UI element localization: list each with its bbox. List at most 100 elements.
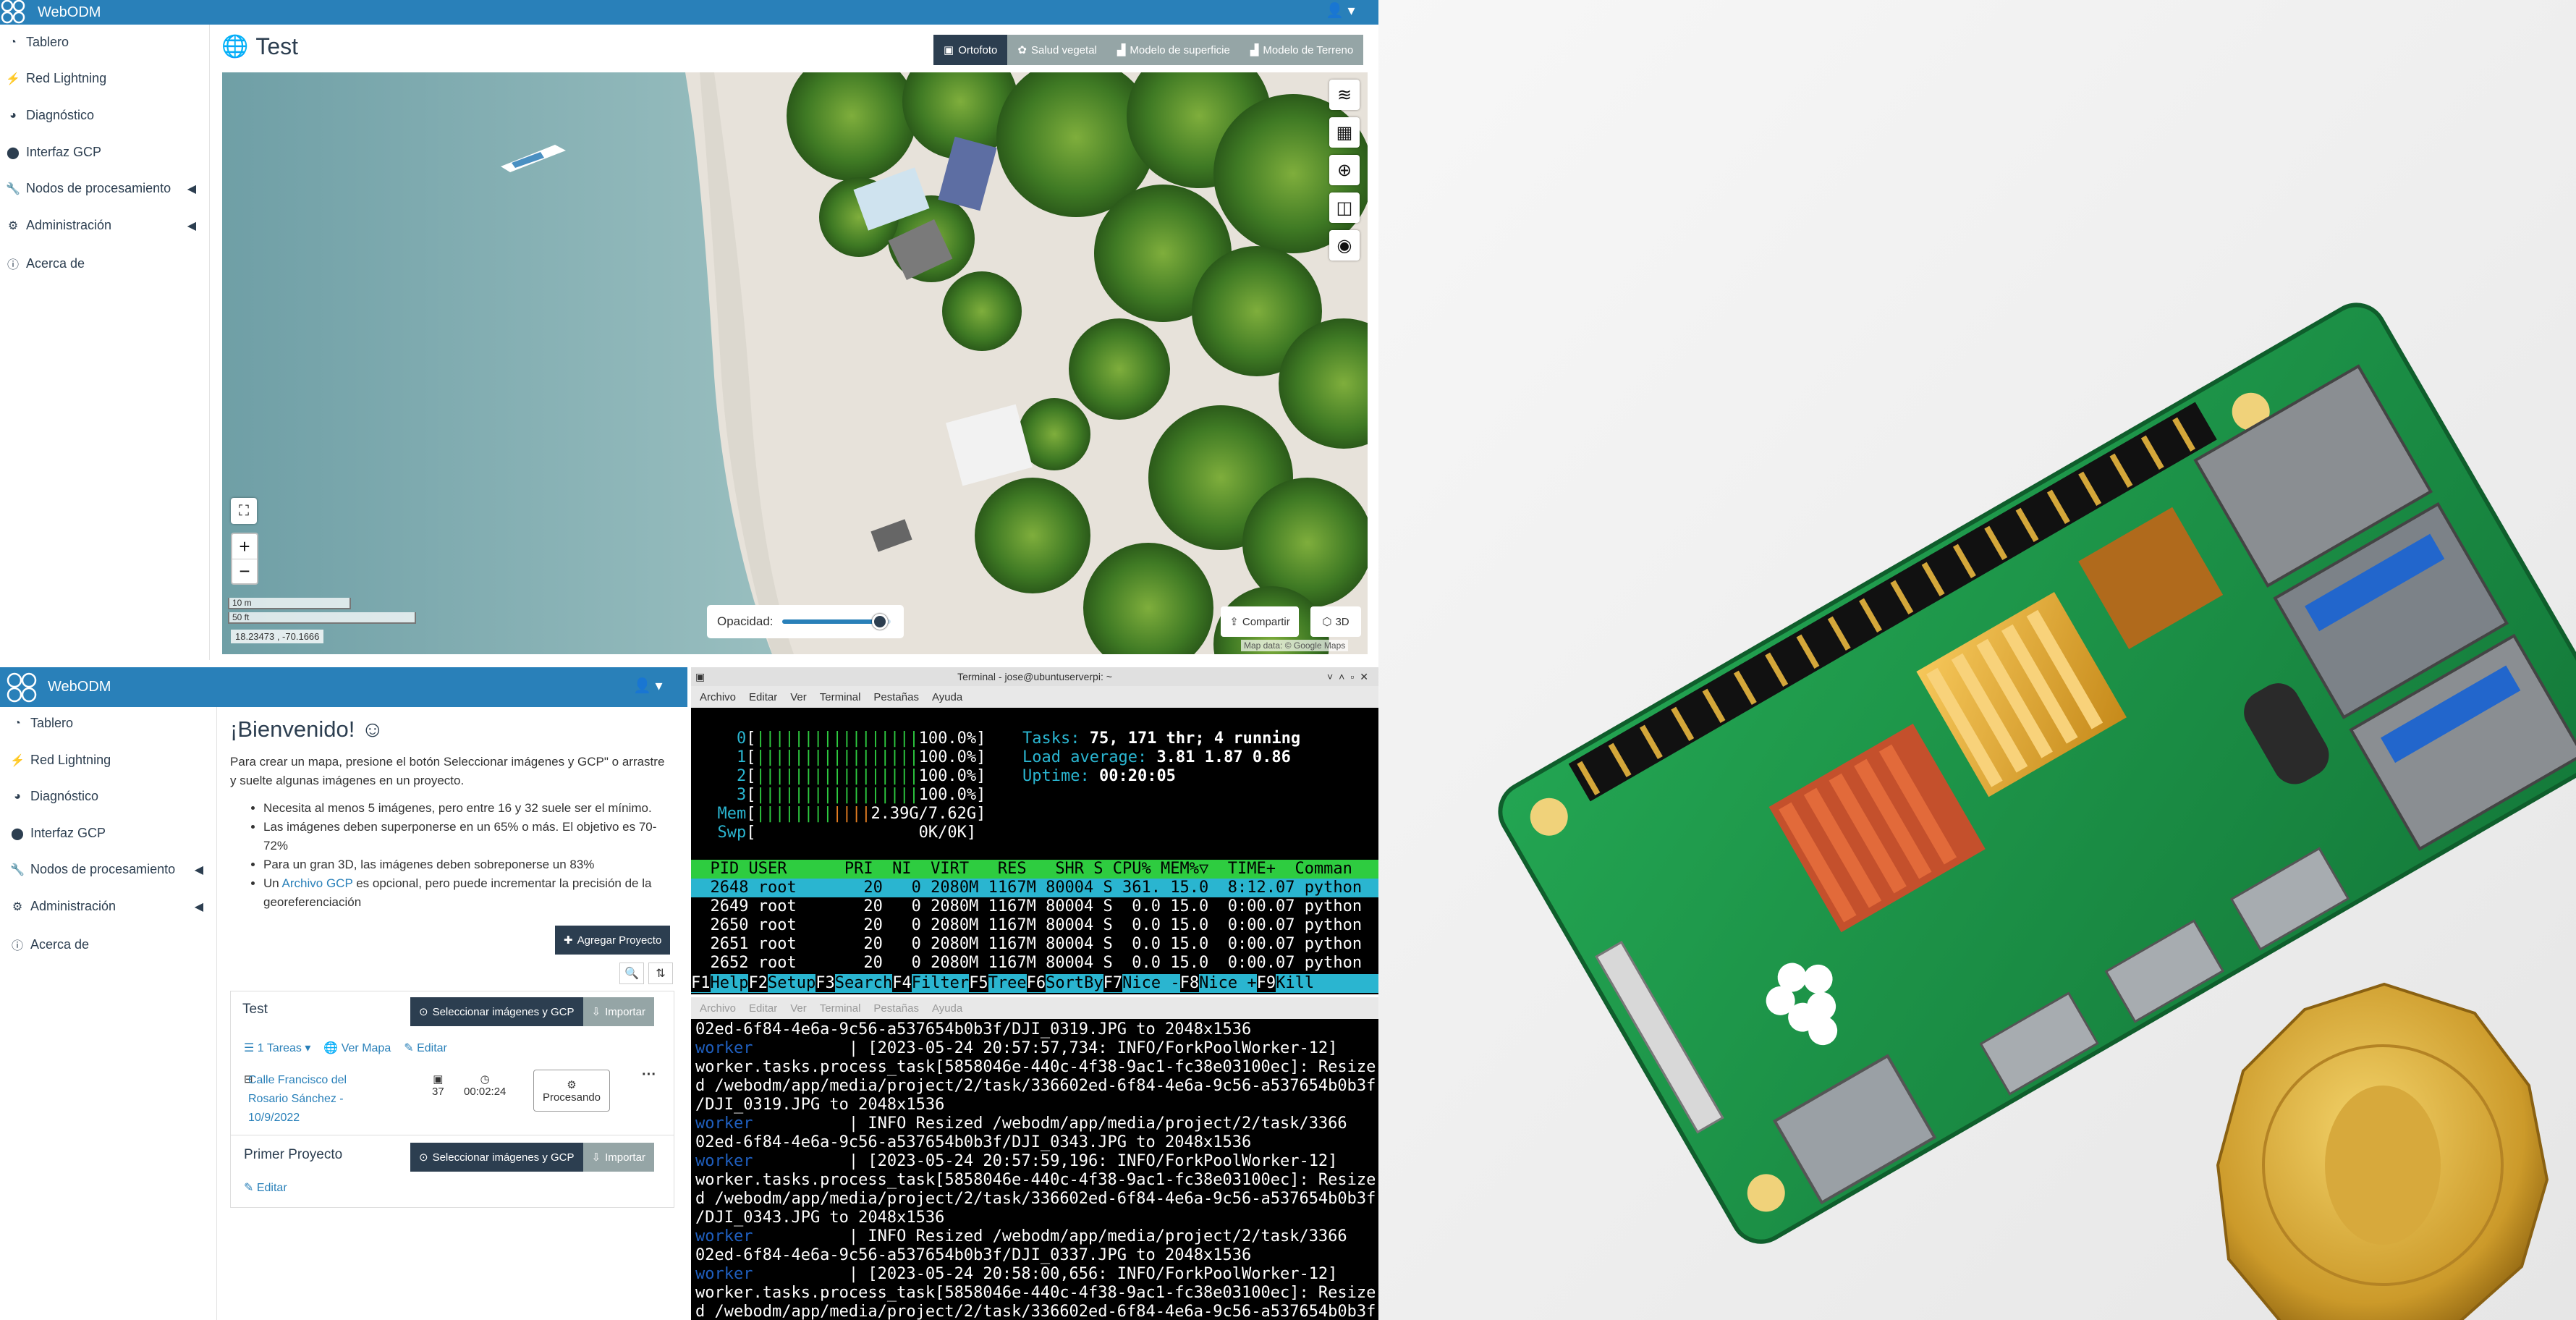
- project-actions: ⊙ Seleccionar imágenes y GCP ⇩ Importar: [410, 997, 654, 1026]
- log-line: worker | INFO Resized /webodm/app/media/…: [695, 1227, 1347, 1245]
- zoom-out-button[interactable]: −: [232, 559, 257, 583]
- htop-terminal[interactable]: ▣ Terminal - jose@ubuntuserverpi: ~ ˅˄▫✕…: [691, 667, 1378, 994]
- function-key-bar: F1HelpF2SetupF3SearchF4FilterF5TreeF6Sor…: [691, 974, 1378, 993]
- edit-link[interactable]: ✎ Editar: [244, 1180, 287, 1195]
- sidebar-item-diagnostic[interactable]: ◕ Diagnóstico: [0, 789, 216, 804]
- fkey-f6[interactable]: F6: [1026, 974, 1046, 992]
- import-button[interactable]: ⇩ Importar: [582, 1143, 654, 1172]
- tab-plant-health[interactable]: ✿ Salud vegetal: [1007, 35, 1107, 65]
- add-layer-button[interactable]: ⊕: [1329, 155, 1360, 185]
- sidebar-item-nodes[interactable]: 🔧 Nodos de procesamiento ◀: [0, 862, 216, 877]
- select-images-button[interactable]: ⊙ Seleccionar imágenes y GCP: [410, 1143, 583, 1172]
- user-menu-button[interactable]: 👤 ▾: [1326, 1, 1355, 20]
- log-terminal[interactable]: Archivo Editar Ver Terminal Pestañas Ayu…: [691, 997, 1378, 1320]
- measure-button[interactable]: ◫: [1329, 192, 1360, 223]
- table-row[interactable]: 2650 root 20 0 2080M 1167M 80004 S 0.0 1…: [691, 916, 1378, 935]
- tab-orthophoto[interactable]: ▣ Ortofoto: [933, 35, 1008, 65]
- zoom-in-button[interactable]: +: [232, 534, 257, 559]
- tab-surface-model[interactable]: ▟ Modelo de superficie: [1106, 35, 1240, 65]
- opacity-slider[interactable]: [781, 614, 891, 630]
- tasks-summary: Tasks: 75, 171 thr; 4 running: [1022, 729, 1300, 748]
- log-line: worker.tasks.process_task[5858046e-440c-…: [695, 1058, 1376, 1076]
- menu-terminal[interactable]: Terminal: [820, 1002, 861, 1015]
- sort-button[interactable]: ⇅: [648, 962, 673, 984]
- log-line: 02ed-6f84-4e6a-9c56-a537654b0b3f/DJI_033…: [695, 1246, 1252, 1264]
- map-type-tabs: ▣ Ortofoto ✿ Salud vegetal ▟ Modelo de supe…: [933, 35, 1364, 65]
- menu-ver[interactable]: Ver: [790, 691, 807, 703]
- terminal-menubar: Archivo Editar Ver Terminal Pestañas Ayu…: [691, 686, 1378, 708]
- fullscreen-button[interactable]: ⛶: [231, 498, 257, 524]
- fkey-f5[interactable]: F5: [969, 974, 988, 992]
- import-button[interactable]: ⇩ Importar: [582, 997, 654, 1026]
- dashboard-icon: ◔: [9, 35, 17, 48]
- edit-link[interactable]: ✎ Editar: [404, 1041, 447, 1055]
- fkey-f4[interactable]: F4: [892, 974, 912, 992]
- brand[interactable]: WebODM: [0, 0, 101, 25]
- menu-pestanas[interactable]: Pestañas: [873, 691, 919, 703]
- fkey-f7[interactable]: F7: [1103, 974, 1123, 992]
- sidebar-item-admin[interactable]: ⚙ Administración ◀: [0, 899, 216, 914]
- menu-editar[interactable]: Editar: [749, 691, 777, 703]
- view-button[interactable]: ◉: [1329, 230, 1360, 261]
- sidebar-item-dashboard[interactable]: ◔ Tablero: [0, 35, 209, 50]
- brand[interactable]: WebODM: [6, 667, 111, 707]
- map-view[interactable]: ≋ ▦ ⊕ ◫ ◉ ⛶ + − 10 m 50 ft 18.23473 , -7…: [222, 72, 1368, 654]
- sidebar-item-about[interactable]: ⓘ Acerca de: [0, 936, 216, 953]
- add-project-button[interactable]: ✚ Agregar Proyecto: [555, 926, 671, 955]
- fkey-f1[interactable]: F1: [691, 974, 711, 992]
- sidebar-item-about[interactable]: ⓘ Acerca de: [0, 255, 209, 272]
- task-status-button[interactable]: ⚙ Procesando: [533, 1070, 610, 1112]
- gear-icon: ⚙: [567, 1078, 577, 1091]
- layers-button[interactable]: ≋: [1329, 80, 1360, 110]
- button-label: Importar: [605, 1005, 645, 1018]
- user-menu-button[interactable]: 👤 ▾: [633, 677, 663, 695]
- view-map-link[interactable]: 🌐 Ver Mapa: [323, 1041, 391, 1055]
- select-images-button[interactable]: ⊙ Seleccionar imágenes y GCP: [410, 997, 583, 1026]
- menu-archivo[interactable]: Archivo: [700, 1002, 736, 1015]
- menu-archivo[interactable]: Archivo: [700, 691, 736, 703]
- grid-button[interactable]: ▦: [1329, 117, 1360, 148]
- sidebar-label: Administración: [26, 218, 112, 232]
- fkey-f3[interactable]: F3: [815, 974, 835, 992]
- bolt-icon: ⚡: [6, 72, 20, 85]
- sidebar-item-lightning[interactable]: ⚡ Red Lightning: [0, 71, 209, 86]
- chart-area-icon: ▟: [1250, 44, 1259, 56]
- menu-pestanas[interactable]: Pestañas: [873, 1002, 919, 1015]
- fkey-f2[interactable]: F2: [748, 974, 768, 992]
- opacity-fill: [781, 619, 880, 624]
- bottom-webodm-window: WebODM 👤 ▾ ◔ Tablero ⚡ Red Lightning ◕ Diag…: [0, 667, 687, 1320]
- project-panel-first: Primer Proyecto ⊙ Seleccionar imágenes y …: [230, 1135, 674, 1208]
- table-row[interactable]: 2651 root 20 0 2080M 1167M 80004 S 0.0 1…: [691, 935, 1378, 954]
- sidebar-item-admin[interactable]: ⚙ Administración ◀: [0, 218, 209, 233]
- opacity-handle[interactable]: [871, 614, 888, 630]
- info-icon: ⓘ: [11, 940, 23, 952]
- table-row[interactable]: 2652 root 20 0 2080M 1167M 80004 S 0.0 1…: [691, 954, 1378, 973]
- menu-editar[interactable]: Editar: [749, 1002, 777, 1015]
- window-controls[interactable]: ˅˄▫✕: [1327, 667, 1374, 686]
- upload-icon: ⊙: [419, 1151, 428, 1164]
- sidebar-item-dashboard[interactable]: ◔ Tablero: [0, 716, 216, 731]
- table-row[interactable]: 2649 root 20 0 2080M 1167M 80004 S 0.0 1…: [691, 897, 1378, 916]
- menu-ayuda[interactable]: Ayuda: [932, 691, 962, 703]
- sidebar-item-nodes[interactable]: 🔧 Nodos de procesamiento ◀: [0, 181, 209, 196]
- menu-ver[interactable]: Ver: [790, 1002, 807, 1015]
- search-button[interactable]: 🔍: [619, 962, 644, 984]
- fkey-f9[interactable]: F9: [1256, 974, 1276, 992]
- tasks-link[interactable]: ☰ 1 Tareas ▾: [244, 1041, 310, 1055]
- task-name-link[interactable]: Calle Francisco del Rosario Sánchez - 10…: [248, 1071, 386, 1128]
- gcp-file-link[interactable]: Archivo GCP: [282, 876, 353, 890]
- more-options-icon[interactable]: ···: [642, 1067, 656, 1083]
- sidebar-item-gcp[interactable]: ⬤ Interfaz GCP: [0, 826, 216, 841]
- search-icon: 🔍: [624, 968, 639, 980]
- sidebar-item-lightning[interactable]: ⚡ Red Lightning: [0, 753, 216, 768]
- sidebar-item-diagnostic[interactable]: ◕ Diagnóstico: [0, 108, 209, 123]
- table-row[interactable]: 2648 root 20 0 2080M 1167M 80004 S 361. …: [691, 879, 1378, 897]
- cpu-meter: 1[|||||||||||||||||100.0%]: [698, 748, 986, 766]
- menu-ayuda[interactable]: Ayuda: [932, 1002, 962, 1015]
- sidebar-item-gcp[interactable]: ⬤ Interfaz GCP: [0, 145, 209, 160]
- 3d-button[interactable]: ⬡ 3D: [1310, 606, 1361, 637]
- menu-terminal[interactable]: Terminal: [820, 691, 861, 703]
- fkey-f8[interactable]: F8: [1179, 974, 1200, 992]
- share-button[interactable]: ⇪ Compartir: [1221, 606, 1299, 637]
- tab-terrain-model[interactable]: ▟ Modelo de Terreno: [1240, 35, 1364, 65]
